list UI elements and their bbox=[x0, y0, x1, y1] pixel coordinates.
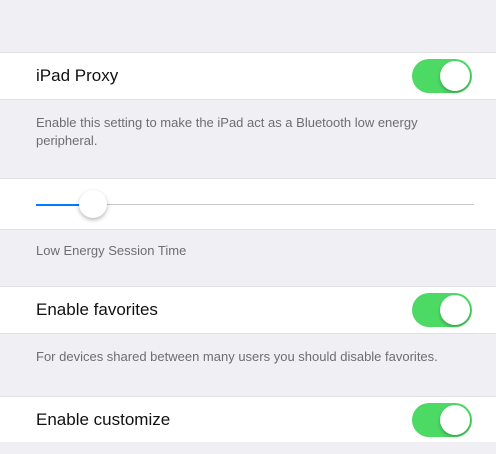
favorites-label: Enable favorites bbox=[36, 300, 158, 319]
favorites-footer: For devices shared between many users yo… bbox=[36, 349, 438, 364]
ipad-proxy-row: iPad Proxy bbox=[0, 52, 496, 100]
customize-toggle[interactable] bbox=[412, 402, 472, 437]
ipad-proxy-label: iPad Proxy bbox=[36, 66, 119, 85]
top-spacer bbox=[0, 0, 496, 52]
session-time-footer: Low Energy Session Time bbox=[36, 243, 187, 258]
customize-row: Enable customize bbox=[0, 396, 496, 442]
ipad-proxy-footer: Enable this setting to make the iPad act… bbox=[36, 115, 418, 148]
toggle-knob bbox=[440, 295, 470, 325]
favorites-row: Enable favorites bbox=[0, 286, 496, 334]
toggle-knob bbox=[440, 61, 470, 91]
customize-label: Enable customize bbox=[36, 409, 171, 429]
toggle-knob bbox=[440, 404, 470, 435]
favorites-toggle[interactable] bbox=[412, 293, 472, 327]
session-time-slider-row bbox=[0, 178, 496, 230]
session-time-slider-thumb[interactable] bbox=[78, 190, 107, 218]
session-time-slider-track[interactable] bbox=[36, 190, 474, 218]
ipad-proxy-toggle[interactable] bbox=[412, 59, 472, 93]
